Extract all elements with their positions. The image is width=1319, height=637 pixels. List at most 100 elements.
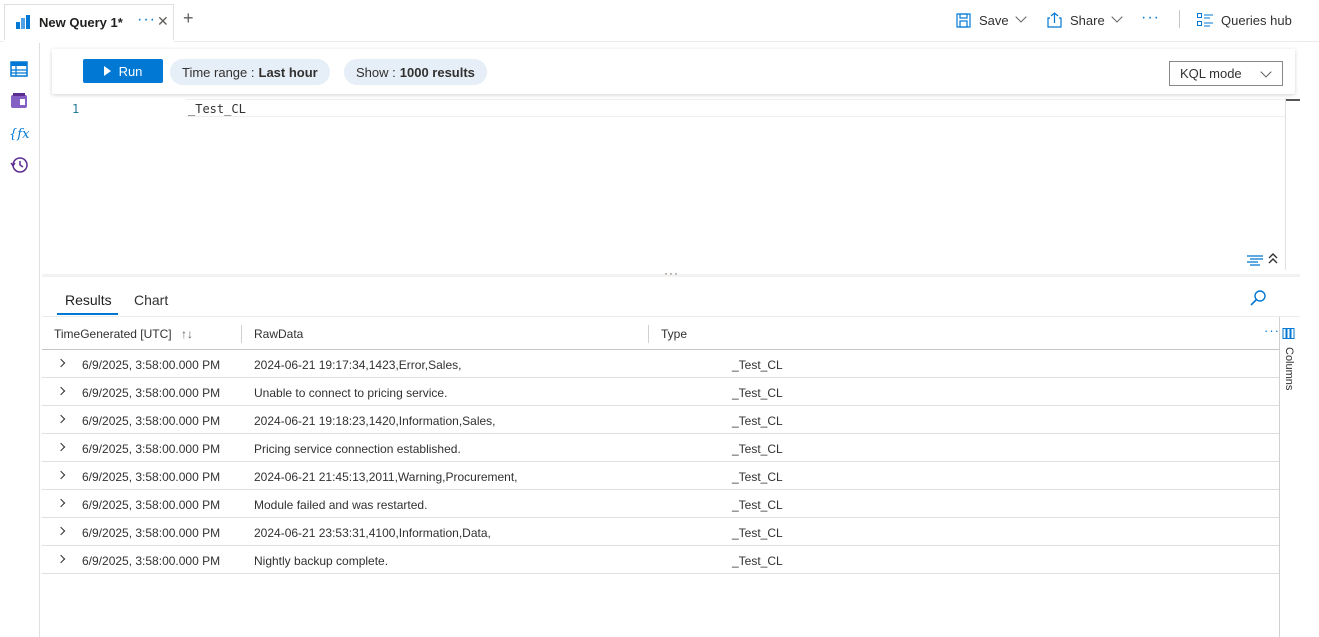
svg-text:{fx}: {fx} xyxy=(9,127,29,142)
tab-results[interactable]: Results xyxy=(65,292,112,308)
save-icon xyxy=(956,12,971,28)
cell-type: _Test_CL xyxy=(732,386,783,400)
cell-timegenerated: 6/9/2025, 3:58:00.000 PM xyxy=(82,498,221,512)
query-tab[interactable]: New Query 1* ··· ✕ xyxy=(4,4,174,43)
chevron-up-icon xyxy=(1268,253,1278,264)
cell-rawdata: 2024-06-21 19:17:34,1423,Error,Sales, xyxy=(254,358,462,372)
time-range-value: Last hour xyxy=(258,64,318,80)
add-tab-icon[interactable]: + xyxy=(183,8,194,29)
expand-row-icon[interactable] xyxy=(56,470,66,480)
mode-value: KQL mode xyxy=(1180,66,1242,81)
column-header-rawdata[interactable]: RawData xyxy=(254,327,303,341)
line-number: 1 xyxy=(72,102,80,116)
cell-type: _Test_CL xyxy=(732,498,783,512)
table-row[interactable]: 6/9/2025, 3:58:00.000 PM 2024-06-21 19:17… xyxy=(42,350,1279,378)
table-row[interactable]: 6/9/2025, 3:58:00.000 PM Nightly backup c… xyxy=(42,546,1279,574)
cell-timegenerated: 6/9/2025, 3:58:00.000 PM xyxy=(82,414,221,428)
chevron-down-icon xyxy=(1111,11,1123,23)
result-limit-picker[interactable]: Show : 1000 results xyxy=(344,59,487,85)
cell-timegenerated: 6/9/2025, 3:58:00.000 PM xyxy=(82,526,221,540)
more-options-icon[interactable]: ··· xyxy=(1141,9,1160,27)
expand-row-icon[interactable] xyxy=(56,358,66,368)
queries-hub-label: Queries hub xyxy=(1221,12,1292,28)
column-resizer[interactable] xyxy=(241,325,242,343)
search-icon[interactable] xyxy=(1249,289,1267,307)
mode-dropdown[interactable]: KQL mode xyxy=(1169,61,1283,86)
close-icon[interactable]: ✕ xyxy=(157,13,169,30)
results-grid-body: 6/9/2025, 3:58:00.000 PM 2024-06-21 19:17… xyxy=(42,350,1279,574)
show-value: 1000 results xyxy=(399,64,475,80)
table-row[interactable]: 6/9/2025, 3:58:00.000 PM Pricing service … xyxy=(42,434,1279,462)
columns-panel-toggle[interactable]: Columns xyxy=(1283,347,1295,390)
cell-type: _Test_CL xyxy=(732,358,783,372)
cell-rawdata: Nightly backup complete. xyxy=(254,554,389,568)
editor-scrollbar[interactable] xyxy=(1285,98,1300,270)
cell-timegenerated: 6/9/2025, 3:58:00.000 PM xyxy=(82,358,221,372)
cell-rawdata: 2024-06-21 23:53:31,4100,Information,Dat… xyxy=(254,526,491,540)
collapse-editor-icon[interactable] xyxy=(1268,252,1278,267)
cell-timegenerated: 6/9/2025, 3:58:00.000 PM xyxy=(82,554,221,568)
queries-icon[interactable] xyxy=(9,91,29,111)
expand-row-icon[interactable] xyxy=(56,526,66,536)
active-tab-indicator xyxy=(57,313,118,315)
queries-hub-button[interactable]: Queries hub xyxy=(1197,10,1292,30)
cell-rawdata: 2024-06-21 19:18:23,1420,Information,Sal… xyxy=(254,414,496,428)
table-row[interactable]: 6/9/2025, 3:58:00.000 PM Unable to connec… xyxy=(42,378,1279,406)
time-range-picker[interactable]: Time range : Last hour xyxy=(170,59,330,85)
cell-rawdata: Module failed and was restarted. xyxy=(254,498,428,512)
tab-more-icon[interactable]: ··· xyxy=(137,11,156,29)
cell-type: _Test_CL xyxy=(732,470,783,484)
expand-row-icon[interactable] xyxy=(56,554,66,564)
columns-icon[interactable] xyxy=(1282,328,1296,339)
tables-icon[interactable] xyxy=(9,59,29,79)
column-header-timegenerated[interactable]: TimeGenerated [UTC] ↑↓ xyxy=(54,327,193,341)
functions-icon[interactable]: {fx} xyxy=(9,123,29,143)
query-toolbar: Run Time range : Last hour Show : 1000 r… xyxy=(52,49,1295,94)
cell-type: _Test_CL xyxy=(732,554,783,568)
chevron-down-icon xyxy=(1260,66,1272,78)
cell-type: _Test_CL xyxy=(732,442,783,456)
share-label: Share xyxy=(1070,12,1105,28)
table-row[interactable]: 6/9/2025, 3:58:00.000 PM Module failed an… xyxy=(42,490,1279,518)
save-label: Save xyxy=(979,12,1009,28)
expand-row-icon[interactable] xyxy=(56,414,66,424)
show-prefix: Show : xyxy=(356,64,396,80)
table-row[interactable]: 6/9/2025, 3:58:00.000 PM 2024-06-21 21:45… xyxy=(42,462,1279,490)
cell-timegenerated: 6/9/2025, 3:58:00.000 PM xyxy=(82,442,221,456)
results-grid-header: TimeGenerated [UTC] ↑↓ RawData Type ··· xyxy=(42,317,1279,350)
share-button[interactable]: Share xyxy=(1047,10,1123,30)
save-button[interactable]: Save xyxy=(956,10,1027,30)
chevron-down-icon xyxy=(1014,11,1027,23)
grid-right-border xyxy=(1279,317,1280,637)
time-range-prefix: Time range : xyxy=(182,64,255,80)
cell-type: _Test_CL xyxy=(732,414,783,428)
cell-timegenerated: 6/9/2025, 3:58:00.000 PM xyxy=(82,470,221,484)
splitter-handle[interactable]: ··· xyxy=(664,266,679,280)
top-bar: New Query 1* ··· ✕ + Save Share ··· Quer… xyxy=(0,0,1319,43)
expand-row-icon[interactable] xyxy=(56,386,66,396)
query-text[interactable]: _Test_CL xyxy=(188,102,246,116)
expand-row-icon[interactable] xyxy=(56,498,66,508)
expand-row-icon[interactable] xyxy=(56,442,66,452)
column-header-type[interactable]: Type xyxy=(661,327,687,341)
cell-rawdata: Pricing service connection established. xyxy=(254,442,461,456)
grid-more-icon[interactable]: ··· xyxy=(1264,323,1280,338)
toolbar-divider xyxy=(1179,10,1180,28)
run-button[interactable]: Run xyxy=(83,59,163,83)
current-line-highlight xyxy=(186,99,1286,117)
history-icon[interactable] xyxy=(9,155,29,175)
query-editor[interactable]: 1 _Test_CL xyxy=(42,96,1300,272)
play-icon xyxy=(103,66,111,76)
column-resizer[interactable] xyxy=(648,325,649,343)
column-label: TimeGenerated [UTC] xyxy=(54,327,172,341)
tab-chart[interactable]: Chart xyxy=(134,292,168,308)
cell-timegenerated: 6/9/2025, 3:58:00.000 PM xyxy=(82,386,221,400)
table-row[interactable]: 6/9/2025, 3:58:00.000 PM 2024-06-21 23:53… xyxy=(42,518,1279,546)
sort-icon[interactable]: ↑↓ xyxy=(181,327,193,341)
format-query-icon[interactable] xyxy=(1246,254,1264,268)
run-label: Run xyxy=(118,63,143,79)
queries-hub-icon xyxy=(1197,13,1213,27)
left-rail: {fx} xyxy=(0,43,40,637)
tab-title: New Query 1* xyxy=(39,15,123,30)
table-row[interactable]: 6/9/2025, 3:58:00.000 PM 2024-06-21 19:18… xyxy=(42,406,1279,434)
